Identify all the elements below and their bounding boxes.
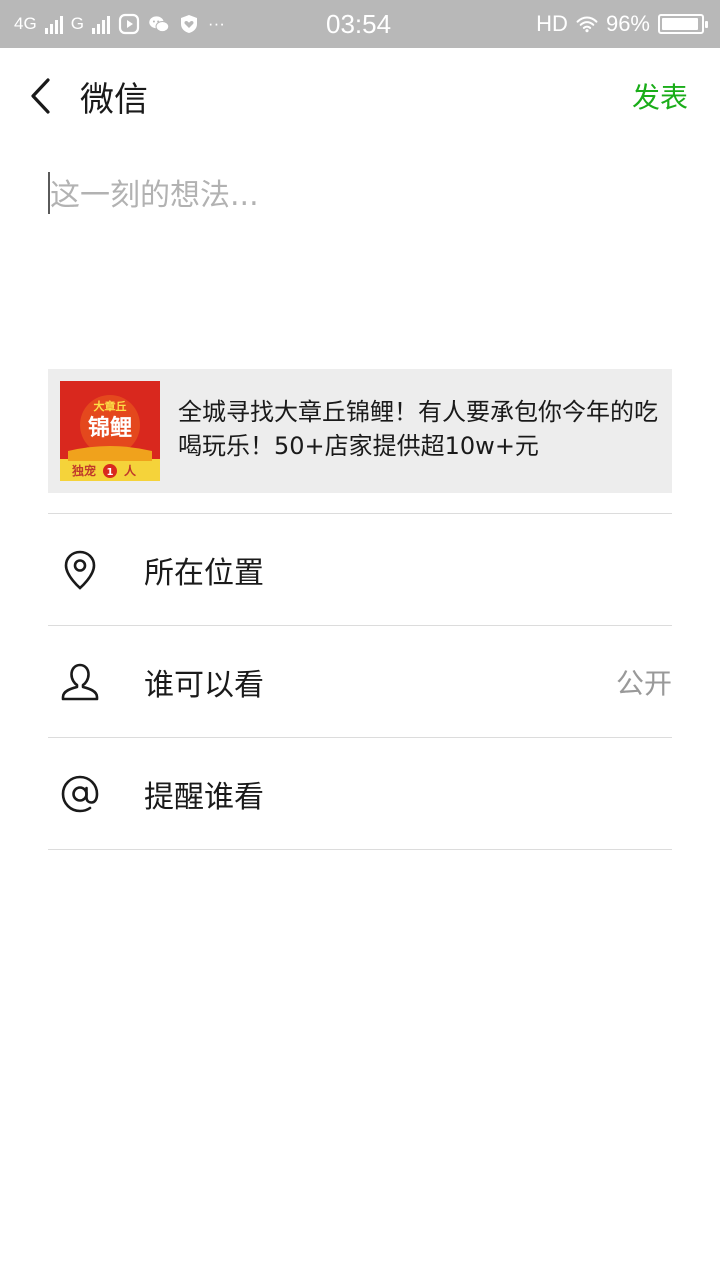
- link-thumbnail: 大章丘 锦鲤 独宠 1 人: [60, 381, 160, 481]
- status-time: 03:54: [326, 8, 392, 39]
- at-sign-icon: [58, 772, 102, 816]
- network-g-label: G: [70, 14, 84, 33]
- status-right: HD 96%: [536, 0, 708, 48]
- nav-bar: 微信 发表: [0, 48, 720, 144]
- wechat-icon: [148, 13, 170, 35]
- signal-strength-icon: [44, 14, 63, 34]
- option-location[interactable]: 所在位置: [48, 514, 672, 626]
- option-label: 提醒谁看: [144, 780, 264, 815]
- shared-link-card[interactable]: 大章丘 锦鲤 独宠 1 人 全城寻找大章丘锦鲤！有人要承包你今年的吃喝玩乐！50…: [48, 369, 672, 493]
- location-pin-icon: [58, 548, 102, 592]
- wifi-icon: [576, 13, 598, 35]
- status-bar: 4G G ··· 03:54 HD 96%: [0, 0, 720, 48]
- network-4g-label: 4G: [14, 14, 37, 33]
- option-label: 所在位置: [144, 556, 264, 591]
- signal-strength-icon: [91, 14, 110, 34]
- battery-level: [662, 18, 699, 30]
- thumbnail-top-text: 大章丘: [94, 399, 127, 413]
- option-mention[interactable]: 提醒谁看: [48, 738, 672, 850]
- chevron-left-icon[interactable]: [22, 76, 58, 116]
- battery-percent: 96%: [605, 11, 650, 36]
- shield-heart-icon: [178, 13, 200, 35]
- status-left: 4G G ···: [14, 0, 225, 48]
- more-dots: ···: [207, 14, 225, 33]
- thumbnail-bottom-text: 独宠: [71, 463, 96, 478]
- post-placeholder: 这一刻的想法...: [50, 178, 259, 213]
- link-card-text: 全城寻找大章丘锦鲤！有人要承包你今年的吃喝玩乐！50+店家提供超10w+元: [178, 398, 658, 460]
- media-app-icon: [118, 13, 140, 35]
- thumbnail-bottom-suffix: 人: [124, 463, 137, 478]
- option-value: 公开: [615, 667, 672, 700]
- publish-button[interactable]: 发表: [632, 48, 688, 144]
- thumbnail-badge: 1: [107, 467, 114, 478]
- thumbnail-main-text: 锦鲤: [88, 415, 132, 441]
- divider: [48, 849, 672, 850]
- option-label: 谁可以看: [144, 668, 264, 703]
- page-title: 微信: [80, 79, 148, 120]
- hd-label: HD: [536, 11, 568, 36]
- battery-icon: [658, 14, 708, 34]
- option-visibility[interactable]: 谁可以看 公开: [48, 626, 672, 738]
- person-icon: [58, 660, 102, 704]
- post-text-input[interactable]: 这一刻的想法...: [48, 168, 672, 338]
